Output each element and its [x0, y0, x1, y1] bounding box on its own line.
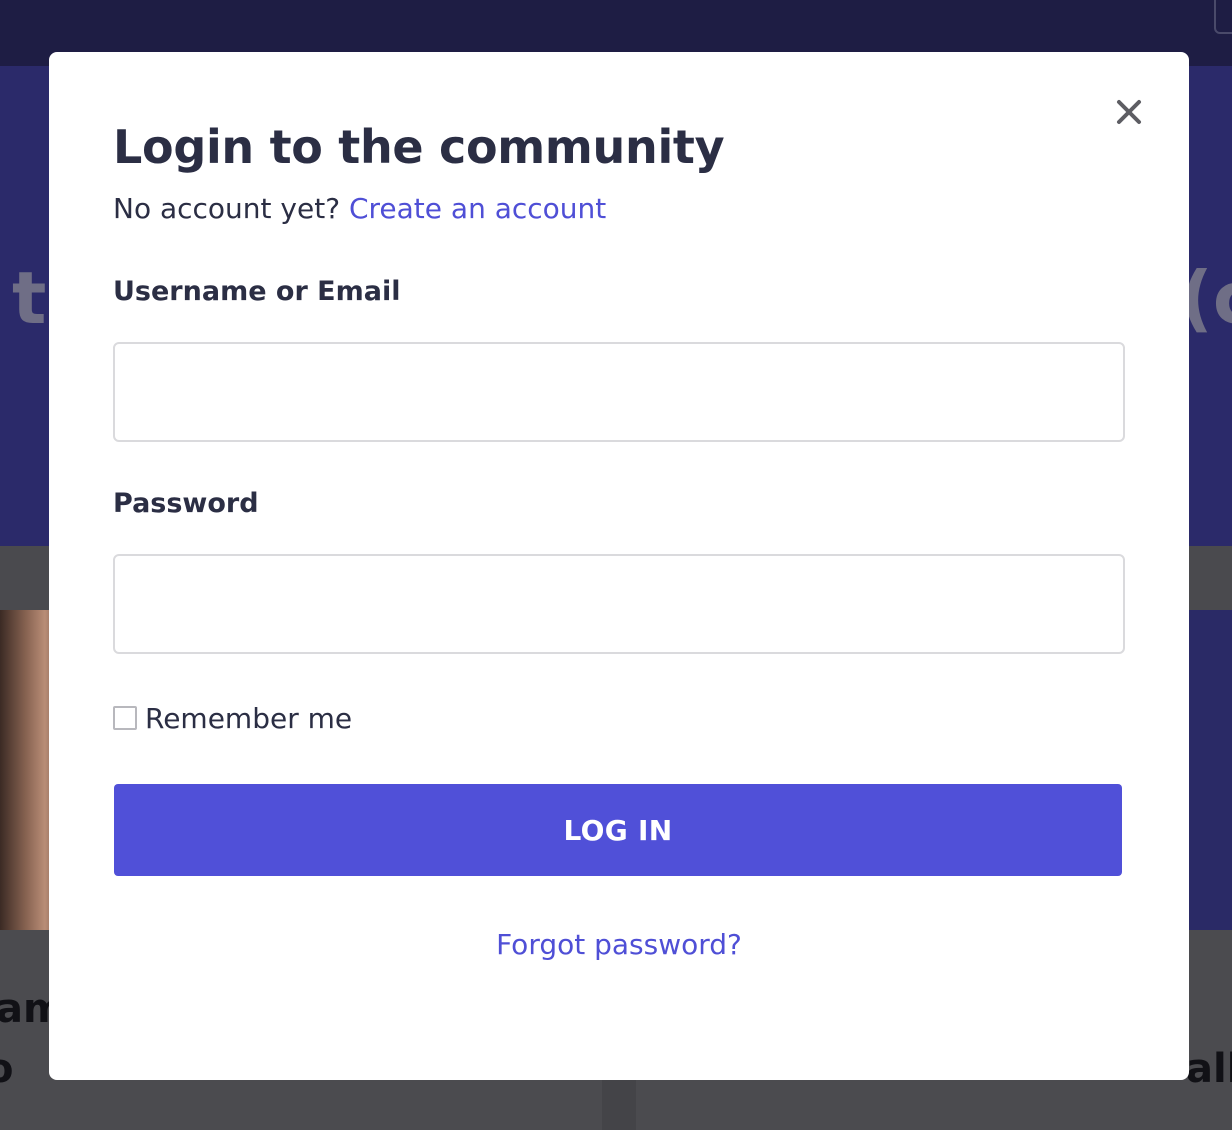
- login-modal: Login to the community No account yet? C…: [49, 52, 1189, 1080]
- username-label: Username or Email: [113, 276, 401, 307]
- background-fragment: o: [0, 1046, 13, 1092]
- forgot-password-link[interactable]: Forgot password?: [49, 928, 1189, 961]
- password-label: Password: [113, 488, 259, 519]
- background-fragment: all: [1186, 1046, 1232, 1092]
- password-input[interactable]: [113, 554, 1125, 654]
- username-input[interactable]: [113, 342, 1125, 442]
- modal-subtitle: No account yet? Create an account: [113, 192, 606, 225]
- login-button[interactable]: LOG IN: [114, 784, 1122, 876]
- page: th (c am o all Login to the community No…: [0, 0, 1232, 1130]
- background-topbar-button: [1214, 0, 1232, 34]
- create-account-link[interactable]: Create an account: [349, 192, 606, 225]
- modal-title: Login to the community: [113, 120, 725, 174]
- remember-me-label[interactable]: Remember me: [145, 702, 352, 735]
- close-icon: [1117, 100, 1141, 124]
- close-button[interactable]: [1109, 92, 1149, 132]
- remember-me-row: Remember me: [113, 702, 352, 735]
- remember-me-checkbox[interactable]: [113, 706, 137, 730]
- no-account-text: No account yet?: [113, 192, 341, 225]
